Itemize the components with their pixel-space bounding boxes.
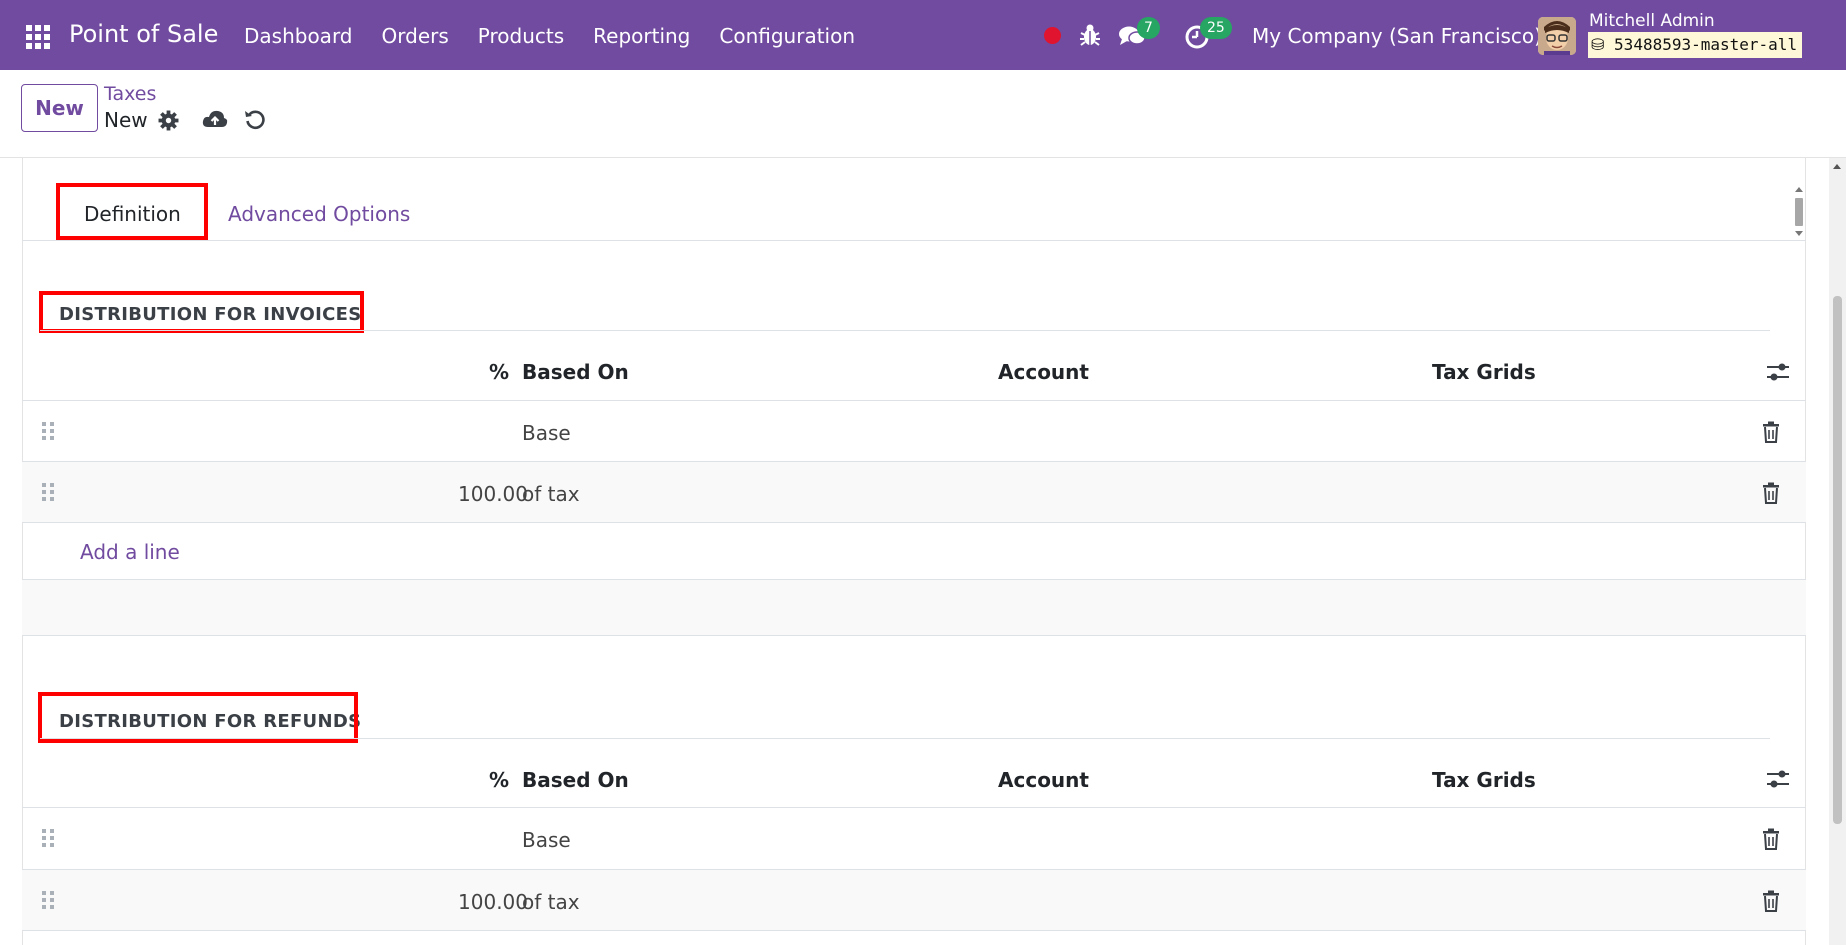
- column-header-based-on[interactable]: Based On: [522, 360, 629, 384]
- menu-item-configuration[interactable]: Configuration: [719, 24, 855, 48]
- table-row[interactable]: 100.00 of tax: [22, 869, 1806, 930]
- table-footer-row: [22, 579, 1806, 636]
- row-divider: [22, 930, 1806, 931]
- database-name: 53488593-master-all: [1614, 35, 1798, 54]
- messages-count-badge: 7: [1137, 17, 1160, 39]
- user-name[interactable]: Mitchell Admin: [1589, 11, 1715, 31]
- section-separator: [40, 330, 1770, 331]
- new-button[interactable]: New: [21, 84, 98, 132]
- highlight-box-refunds: [38, 692, 358, 743]
- drag-handle-icon[interactable]: [42, 483, 54, 501]
- database-icon: ⛁: [1591, 35, 1605, 54]
- highlight-box-invoices: [39, 291, 364, 333]
- top-navbar: Point of Sale Dashboard Orders Products …: [0, 0, 1846, 70]
- trash-icon[interactable]: [1762, 421, 1780, 443]
- tab-advanced-options[interactable]: Advanced Options: [228, 202, 410, 226]
- menu-item-orders[interactable]: Orders: [382, 24, 449, 48]
- table-row[interactable]: 100.00 of tax: [22, 461, 1806, 522]
- company-switcher[interactable]: My Company (San Francisco): [1252, 24, 1542, 48]
- apps-menu-icon[interactable]: [26, 25, 50, 49]
- add-a-line-link[interactable]: Add a line: [80, 540, 180, 564]
- column-header-tax-grids[interactable]: Tax Grids: [1432, 360, 1536, 384]
- column-header-account[interactable]: Account: [998, 360, 1089, 384]
- menu-item-dashboard[interactable]: Dashboard: [244, 24, 353, 48]
- record-indicator-icon[interactable]: [1044, 27, 1061, 44]
- trash-icon[interactable]: [1762, 828, 1780, 850]
- control-panel: New Taxes New: [0, 70, 1846, 158]
- page-scrollbar[interactable]: [1829, 158, 1846, 945]
- app-title[interactable]: Point of Sale: [69, 20, 218, 48]
- add-line-row: Add a line: [22, 522, 1806, 580]
- drag-handle-icon[interactable]: [42, 829, 54, 847]
- breadcrumb-taxes[interactable]: Taxes: [104, 83, 156, 105]
- user-avatar[interactable]: [1538, 17, 1576, 55]
- cell-based-on[interactable]: Base: [522, 421, 571, 445]
- main-menu: Dashboard Orders Products Reporting Conf…: [244, 24, 884, 48]
- column-header-percent[interactable]: %: [489, 768, 509, 792]
- menu-item-products[interactable]: Products: [478, 24, 564, 48]
- cloud-upload-icon[interactable]: [202, 108, 228, 130]
- activity-count-badge: 25: [1200, 17, 1232, 39]
- trash-icon[interactable]: [1762, 482, 1780, 504]
- debug-bug-icon[interactable]: [1079, 23, 1101, 47]
- table-row[interactable]: Base: [22, 807, 1806, 868]
- column-header-based-on[interactable]: Based On: [522, 768, 629, 792]
- drag-handle-icon[interactable]: [42, 891, 54, 909]
- cell-based-on[interactable]: Base: [522, 828, 571, 852]
- database-name-chip: ⛁ 53488593-master-all: [1588, 32, 1803, 58]
- cell-based-on[interactable]: of tax: [522, 890, 580, 914]
- discard-undo-icon[interactable]: [244, 108, 266, 130]
- page-scrollbar-thumb[interactable]: [1833, 296, 1842, 824]
- column-header-tax-grids[interactable]: Tax Grids: [1432, 768, 1536, 792]
- optional-columns-icon[interactable]: [1766, 361, 1790, 383]
- menu-item-reporting[interactable]: Reporting: [593, 24, 690, 48]
- cell-based-on[interactable]: of tax: [522, 482, 580, 506]
- column-header-account[interactable]: Account: [998, 768, 1089, 792]
- breadcrumb-current: New: [104, 108, 148, 132]
- trash-icon[interactable]: [1762, 890, 1780, 912]
- drag-handle-icon[interactable]: [42, 422, 54, 440]
- column-header-percent[interactable]: %: [489, 360, 509, 384]
- highlight-box-tab: [56, 183, 208, 240]
- cell-percent[interactable]: 100.00: [408, 890, 528, 914]
- gear-icon[interactable]: [158, 110, 179, 131]
- optional-columns-icon[interactable]: [1766, 768, 1790, 790]
- table-row[interactable]: Base: [22, 400, 1806, 461]
- cell-percent[interactable]: 100.00: [408, 482, 528, 506]
- section-separator: [40, 738, 1770, 739]
- tabs-scrollbar[interactable]: [1793, 184, 1805, 240]
